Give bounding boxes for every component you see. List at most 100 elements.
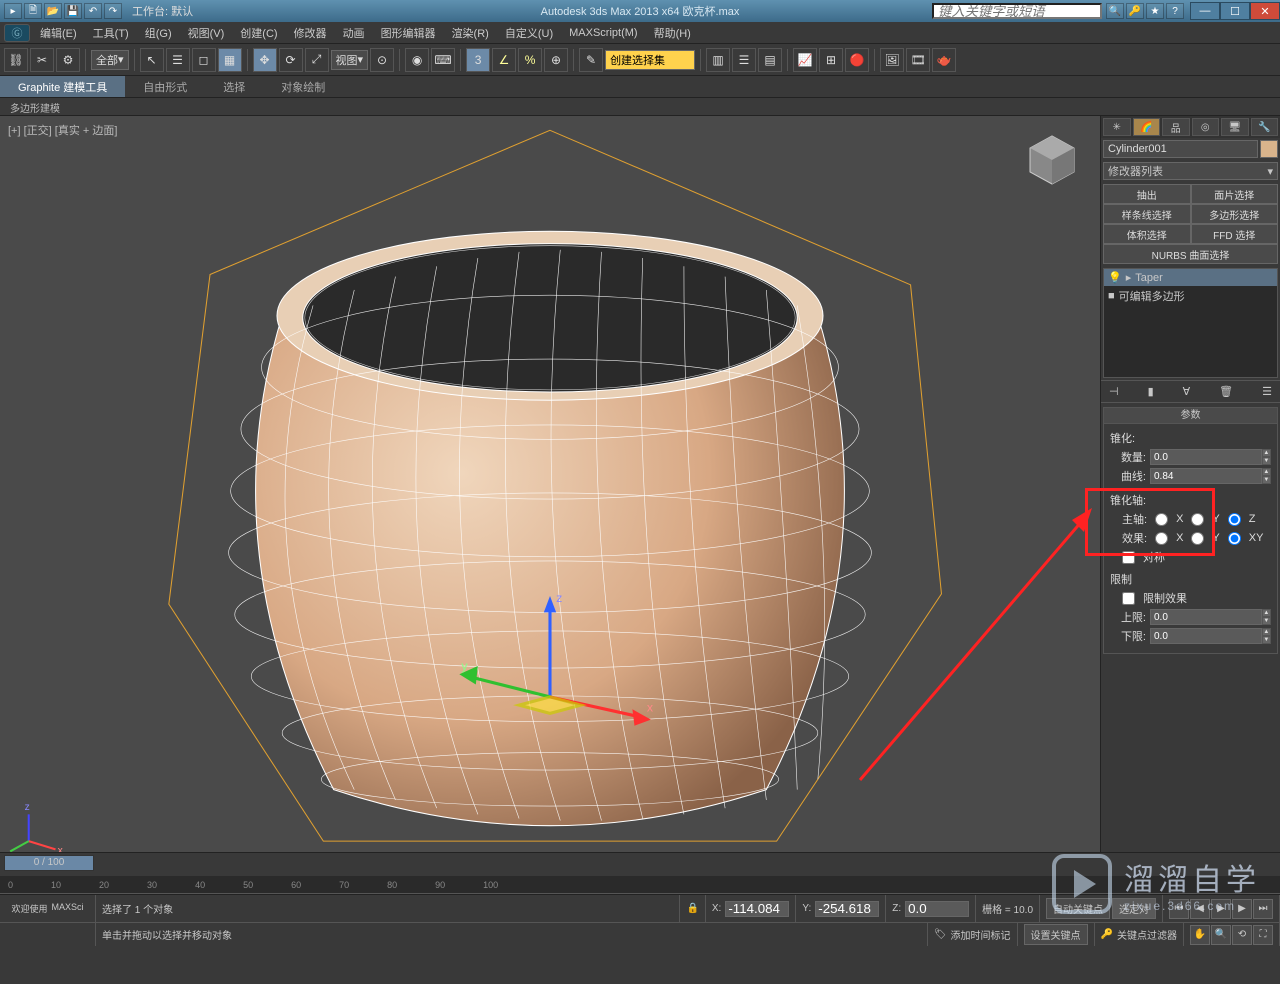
menu-modifiers[interactable]: 修改器 xyxy=(288,23,333,43)
select-rect-icon[interactable]: ◻ xyxy=(192,48,216,72)
menu-edit[interactable]: 编辑(E) xyxy=(34,23,83,43)
modifier-list-dropdown[interactable]: 修改器列表▾ xyxy=(1103,162,1278,180)
window-crossing-icon[interactable]: ▦ xyxy=(218,48,242,72)
primary-x[interactable] xyxy=(1155,513,1168,526)
move-icon[interactable]: ✥ xyxy=(253,48,277,72)
open-icon[interactable]: 📂 xyxy=(44,3,62,19)
scale-icon[interactable]: ⤢ xyxy=(305,48,329,72)
coord-y-input[interactable] xyxy=(815,901,879,917)
star-icon[interactable]: ★ xyxy=(1146,3,1164,19)
effect-xy[interactable] xyxy=(1228,532,1241,545)
stack-item-taper[interactable]: 💡▸Taper xyxy=(1104,269,1277,286)
coord-x-input[interactable] xyxy=(725,901,789,917)
search-icon[interactable]: 🔍 xyxy=(1106,3,1124,19)
amount-down[interactable]: ▼ xyxy=(1262,457,1271,465)
help-search-input[interactable] xyxy=(932,3,1102,19)
limit-effect-checkbox[interactable] xyxy=(1122,592,1135,605)
redo-icon[interactable]: ↷ xyxy=(104,3,122,19)
bind-icon[interactable]: ⚙ xyxy=(56,48,80,72)
amount-input[interactable] xyxy=(1150,449,1262,465)
curve-editor-icon[interactable]: 📈 xyxy=(793,48,817,72)
time-slider-thumb[interactable]: 0 / 100 xyxy=(4,855,94,871)
rendered-frame-icon[interactable]: 🎞 xyxy=(906,48,930,72)
max-menu-icon[interactable]: ▸ xyxy=(4,3,22,19)
coord-z-input[interactable] xyxy=(905,901,969,917)
modbtn-extrude[interactable]: 抽出 xyxy=(1103,184,1191,204)
rotate-icon[interactable]: ⟳ xyxy=(279,48,303,72)
selection-filter-dropdown[interactable]: 全部 ▾ xyxy=(91,50,129,70)
keyfilter-icon[interactable]: 🔑 xyxy=(1101,929,1113,940)
viewcube[interactable] xyxy=(1022,130,1082,190)
ribbon-tab-selection[interactable]: 选择 xyxy=(205,76,263,97)
ref-coord-dropdown[interactable]: 视图 ▾ xyxy=(331,50,369,70)
ribbon-tab-freeform[interactable]: 自由形式 xyxy=(125,76,205,97)
help-icon[interactable]: ? xyxy=(1166,3,1184,19)
show-end-icon[interactable]: ▮ xyxy=(1148,385,1154,398)
mirror-icon[interactable]: ▥ xyxy=(706,48,730,72)
remove-mod-icon[interactable]: 🗑 xyxy=(1219,385,1233,398)
ribbon-tab-objectpaint[interactable]: 对象绘制 xyxy=(263,76,343,97)
viewport[interactable]: [+] [正交] [真实 + 边面] xyxy=(0,116,1100,852)
spinner-snap-icon[interactable]: ⊕ xyxy=(544,48,568,72)
key-icon[interactable]: 🔑 xyxy=(1126,3,1144,19)
edit-selset-icon[interactable]: ✎ xyxy=(579,48,603,72)
render-setup-icon[interactable]: 🖼 xyxy=(880,48,904,72)
named-selection-dropdown[interactable]: 创建选择集 xyxy=(605,50,695,70)
stack-item-editablepoly[interactable]: ■可编辑多边形 xyxy=(1104,286,1277,306)
make-unique-icon[interactable]: ∀ xyxy=(1183,385,1191,398)
keyboard-shortcut-icon[interactable]: ⌨ xyxy=(431,48,455,72)
symmetric-checkbox[interactable] xyxy=(1122,551,1135,564)
pivot-icon[interactable]: ⊙ xyxy=(370,48,394,72)
close-button[interactable]: ✕ xyxy=(1250,2,1280,20)
app-logo-icon[interactable]: Ⓖ xyxy=(4,24,30,42)
lower-input[interactable] xyxy=(1150,628,1262,644)
display-tab-icon[interactable]: 🖥 xyxy=(1221,118,1249,136)
nav-pan-icon[interactable]: ✋ xyxy=(1190,925,1210,945)
nav-zoom-icon[interactable]: 🔍 xyxy=(1211,925,1231,945)
menu-customize[interactable]: 自定义(U) xyxy=(499,23,559,43)
save-icon[interactable]: 💾 xyxy=(64,3,82,19)
primary-y[interactable] xyxy=(1191,513,1204,526)
align-icon[interactable]: ☰ xyxy=(732,48,756,72)
undo-icon[interactable]: ↶ xyxy=(84,3,102,19)
menu-views[interactable]: 视图(V) xyxy=(182,23,231,43)
select-icon[interactable]: ↖ xyxy=(140,48,164,72)
percent-snap-icon[interactable]: % xyxy=(518,48,542,72)
maximize-button[interactable]: ☐ xyxy=(1220,2,1250,20)
modbtn-ffdsel[interactable]: FFD 选择 xyxy=(1191,224,1279,244)
snap-icon[interactable]: 3 xyxy=(466,48,490,72)
object-color-swatch[interactable] xyxy=(1260,140,1278,158)
rollup-header[interactable]: 参数 xyxy=(1104,408,1277,424)
menu-maxscript[interactable]: MAXScript(M) xyxy=(563,25,643,41)
menu-help[interactable]: 帮助(H) xyxy=(648,23,697,43)
primary-z[interactable] xyxy=(1228,513,1241,526)
pin-stack-icon[interactable]: ⊣ xyxy=(1109,385,1119,398)
workspace-dropdown[interactable]: 工作台: 默认 xyxy=(132,3,193,19)
ribbon-tab-graphite[interactable]: Graphite 建模工具 xyxy=(0,76,125,97)
modify-tab-icon[interactable]: 🌈 xyxy=(1133,118,1161,136)
object-name-input[interactable] xyxy=(1103,140,1258,158)
create-tab-icon[interactable]: ✳ xyxy=(1103,118,1131,136)
curve-input[interactable] xyxy=(1150,468,1262,484)
motion-tab-icon[interactable]: ◎ xyxy=(1192,118,1220,136)
nav-orbit-icon[interactable]: ⟲ xyxy=(1232,925,1252,945)
modifier-stack[interactable]: 💡▸Taper ■可编辑多边形 xyxy=(1103,268,1278,378)
upper-input[interactable] xyxy=(1150,609,1262,625)
menu-animation[interactable]: 动画 xyxy=(337,23,371,43)
configure-icon[interactable]: ☰ xyxy=(1262,385,1272,398)
lock-icon[interactable]: 🔒 xyxy=(686,903,698,914)
menu-tools[interactable]: 工具(T) xyxy=(87,23,135,43)
modbtn-splinesel[interactable]: 样条线选择 xyxy=(1103,204,1191,224)
amount-up[interactable]: ▲ xyxy=(1262,449,1271,457)
modbtn-volsel[interactable]: 体积选择 xyxy=(1103,224,1191,244)
setkey-button[interactable]: 设置关键点 xyxy=(1024,924,1088,945)
effect-y[interactable] xyxy=(1191,532,1204,545)
ribbon-panel-label[interactable]: 多边形建模 xyxy=(0,98,1280,116)
minimize-button[interactable]: — xyxy=(1190,2,1220,20)
modbtn-polysel[interactable]: 多边形选择 xyxy=(1191,204,1279,224)
new-icon[interactable]: 🗎 xyxy=(24,3,42,19)
manipulate-icon[interactable]: ◉ xyxy=(405,48,429,72)
modbtn-nurbs[interactable]: NURBS 曲面选择 xyxy=(1103,244,1278,264)
angle-snap-icon[interactable]: ∠ xyxy=(492,48,516,72)
layer-icon[interactable]: ▤ xyxy=(758,48,782,72)
